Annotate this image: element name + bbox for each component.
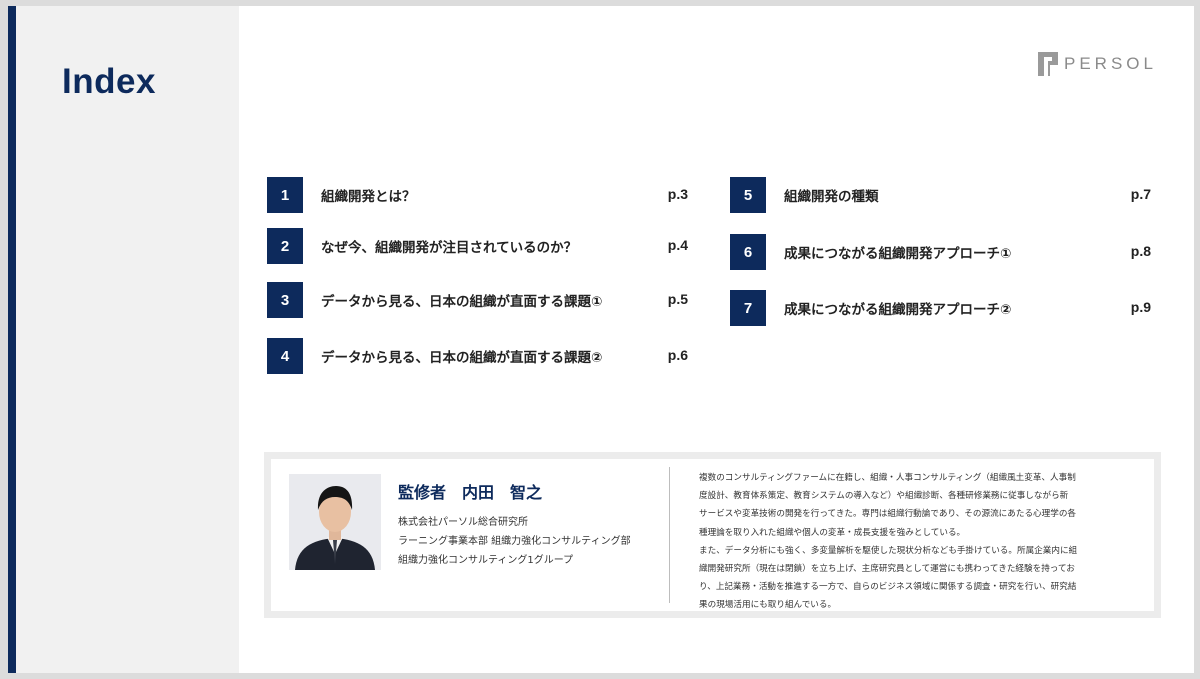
toc-number: 6 [730, 234, 766, 270]
toc-page: p.4 [667, 237, 688, 253]
supervisor-card: 監修者 内田 智之 株式会社パーソル総合研究所 ラーニング事業本部 組織力強化コ… [264, 452, 1161, 618]
toc-label: なぜ今、組織開発が注目されているのか？ [321, 240, 578, 256]
left-panel [16, 6, 239, 673]
persol-logo: PERSOL [1038, 52, 1157, 76]
toc-number: 7 [730, 290, 766, 326]
toc-page: p.5 [667, 291, 688, 307]
toc-page: p.9 [1130, 299, 1151, 315]
bio-line: 種理論を取り入れた組織や個人の変革・成長支援を強みとしている。 [699, 527, 966, 538]
toc-page: p.6 [667, 347, 688, 363]
bio-line: 度設計、教育体系策定、教育システムの導入など）や組織診断、各種研修業務に従事しな… [699, 491, 1069, 502]
toc-item-4[interactable]: 4 データから見る、日本の組織が直面する課題② p.6 [267, 338, 688, 374]
toc-item-3[interactable]: 3 データから見る、日本の組織が直面する課題① p.5 [267, 282, 688, 318]
supervisor-title: 監修者 内田 智之 [398, 483, 543, 502]
toc-item-2[interactable]: 2 なぜ今、組織開発が注目されているのか？ p.4 [267, 228, 688, 264]
slide: Index PERSOL 1 組織開発とは？ p.3 2 なぜ今、組織開発が注目… [8, 6, 1194, 673]
toc-label: 組織開発とは？ [321, 189, 416, 205]
person-photo-icon [289, 474, 381, 570]
toc-number: 1 [267, 177, 303, 213]
bio-line: 複数のコンサルティングファームに在籍し、組織・人事コンサルティング（組織風土変革… [699, 473, 1076, 483]
affiliation-line: ラーニング事業本部 組織力強化コンサルティング部 [398, 536, 631, 547]
toc-page: p.7 [1130, 186, 1151, 202]
bio-line: また、データ分析にも強く、多変量解析を駆使した現状分析なども手掛けている。所属企… [699, 545, 1078, 556]
accent-bar [8, 6, 16, 673]
toc-number: 4 [267, 338, 303, 374]
toc-item-1[interactable]: 1 組織開発とは？ p.3 [267, 177, 688, 213]
persol-logo-icon [1038, 52, 1058, 76]
divider [669, 467, 670, 603]
toc-item-5[interactable]: 5 組織開発の種類 p.7 [730, 177, 1151, 213]
supervisor-photo [289, 474, 381, 570]
toc-number: 3 [267, 282, 303, 318]
bio-line: 果の現場活用にも取り組んでいる。 [699, 600, 837, 611]
toc-number: 2 [267, 228, 303, 264]
supervisor-bio: 複数のコンサルティングファームに在籍し、組織・人事コンサルティング（組織風土変革… [699, 469, 1139, 615]
toc-label: 成果につながる組織開発アプローチ② [784, 302, 1012, 318]
bio-line: サービスや変革技術の開発を行ってきた。専門は組織行動論であり、その源流にあたる心… [699, 509, 1077, 520]
toc-label: 成果につながる組織開発アプローチ① [784, 246, 1012, 262]
toc-label: データから見る、日本の組織が直面する課題② [321, 350, 603, 366]
page-title: Index [62, 62, 156, 101]
toc-number: 5 [730, 177, 766, 213]
toc-page: p.3 [667, 186, 688, 202]
supervisor-card-inner: 監修者 内田 智之 株式会社パーソル総合研究所 ラーニング事業本部 組織力強化コ… [271, 459, 1154, 611]
bio-line: 織開発研究所（現在は閉鎖）を立ち上げ、主席研究員として運営にも携わってきた経験を… [699, 564, 1075, 575]
bio-line: り、上記業務・活動を推進する一方で、自らのビジネス領域に関係する調査・研究を行い… [699, 582, 1077, 593]
toc-label: データから見る、日本の組織が直面する課題① [321, 294, 603, 310]
toc-page: p.8 [1130, 243, 1151, 259]
toc-label: 組織開発の種類 [784, 189, 879, 205]
affiliation-line: 組織力強化コンサルティング1グループ [398, 555, 574, 566]
logo-text: PERSOL [1064, 54, 1157, 73]
toc-item-7[interactable]: 7 成果につながる組織開発アプローチ② p.9 [730, 290, 1151, 326]
affiliation-line: 株式会社パーソル総合研究所 [398, 517, 528, 528]
toc-item-6[interactable]: 6 成果につながる組織開発アプローチ① p.8 [730, 234, 1151, 270]
